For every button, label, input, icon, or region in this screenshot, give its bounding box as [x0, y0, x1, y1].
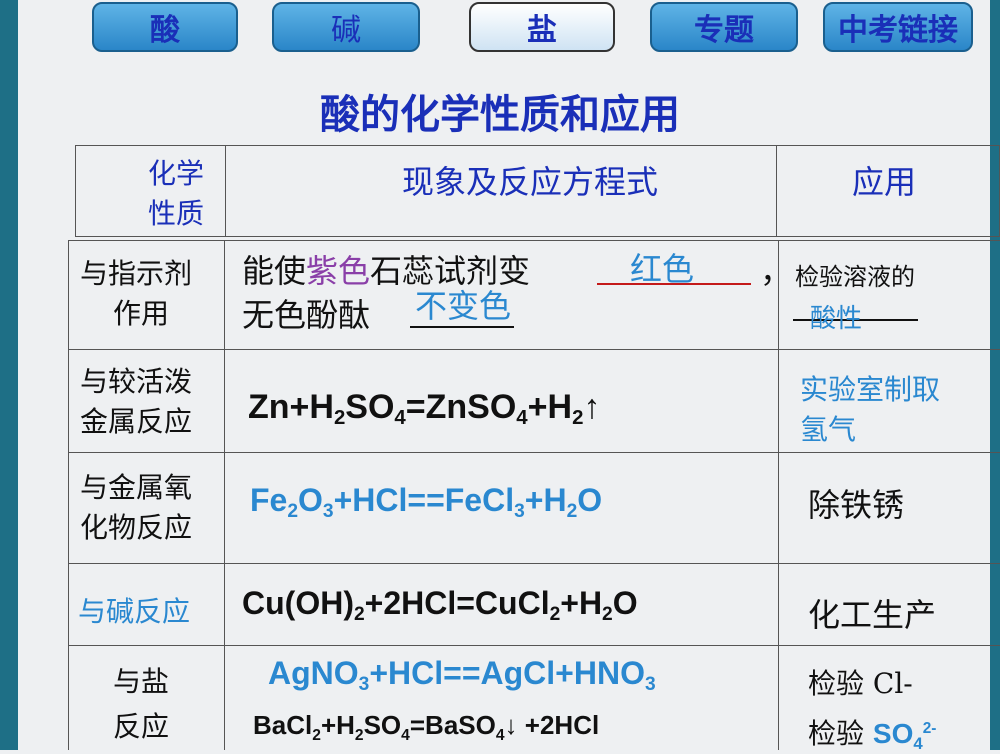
- row-indicator-application: 检验溶液的: [795, 263, 915, 291]
- row-base-application: 化工生产: [808, 596, 937, 634]
- table-border: [224, 240, 225, 750]
- purple-text: 紫色: [306, 252, 371, 290]
- row-metal-property: 金属反应: [80, 405, 193, 438]
- row-metal-property: 与较活泼: [80, 365, 193, 398]
- row-metal-application: 实验室制取: [800, 373, 941, 406]
- row-indicator-phenomenon-line2: 无色酚酞: [242, 296, 371, 334]
- page-title: 酸的化学性质和应用: [320, 91, 680, 138]
- row-oxide-application: 除铁锈: [808, 486, 905, 524]
- nav-salt-button[interactable]: 盐: [469, 2, 615, 52]
- row-salt-property: 与盐: [113, 665, 170, 698]
- ion-subscript: 4: [913, 734, 923, 753]
- row-salt-application-1: 检验 Cl-: [808, 667, 913, 700]
- header-property-label: 性质: [148, 197, 205, 230]
- ion-charge: 2-: [922, 720, 937, 737]
- header-property-label: 化学: [148, 157, 205, 190]
- table-border: [68, 240, 1000, 241]
- nav-topic-button[interactable]: 专题: [650, 2, 798, 52]
- table-border: [68, 563, 1000, 564]
- sulfate-ion: SO42-: [872, 718, 937, 753]
- answer-no-change: 不变色: [415, 287, 512, 325]
- header-divider: [776, 145, 777, 237]
- row-salt-equation-1: AgNO3+HCl==AgCl+HNO3: [268, 655, 656, 695]
- row-salt-property: 反应: [113, 710, 170, 743]
- row-indicator-property: 与指示剂: [80, 257, 193, 290]
- row-salt-application-2: 检验 SO42-: [808, 712, 936, 754]
- text: 能使: [242, 252, 307, 290]
- row-base-property: 与碱反应: [78, 595, 191, 628]
- answer-red: 红色: [630, 250, 695, 288]
- row-oxide-equation: Fe2O3+HCl==FeCl3+H2O: [250, 482, 603, 522]
- row-metal-application: 氢气: [800, 413, 857, 446]
- table-border: [68, 349, 1000, 350]
- header-phenomenon-label: 现象及反应方程式: [402, 163, 659, 201]
- comma: ，: [760, 252, 793, 290]
- row-base-equation: Cu(OH)2+2HCl=CuCl2+H2O: [242, 585, 638, 625]
- row-indicator-property: 作用: [113, 297, 170, 330]
- table-border: [778, 240, 779, 750]
- table-border: [68, 240, 69, 750]
- header-application-label: 应用: [852, 163, 917, 201]
- row-metal-equation: Zn+H2SO4=ZnSO4+H2↑: [248, 388, 601, 429]
- row-oxide-property: 与金属氧: [80, 471, 193, 504]
- ion-symbol: SO: [872, 718, 914, 749]
- text: 检验: [808, 717, 865, 750]
- row-oxide-property: 化物反应: [80, 511, 193, 544]
- nav-acid-button[interactable]: 酸: [92, 2, 238, 52]
- table-border: [68, 645, 1000, 646]
- top-navigation: 酸 碱 盐 专题 中考链接: [0, 0, 1000, 58]
- table-border: [68, 452, 1000, 453]
- nav-exam-link-button[interactable]: 中考链接: [823, 2, 973, 52]
- answer-acidity: 酸性: [810, 304, 863, 334]
- nav-base-button[interactable]: 碱: [272, 2, 420, 52]
- row-salt-equation-2: BaCl2+H2SO4=BaSO4↓ +2HCl: [253, 710, 600, 744]
- header-divider: [225, 145, 226, 237]
